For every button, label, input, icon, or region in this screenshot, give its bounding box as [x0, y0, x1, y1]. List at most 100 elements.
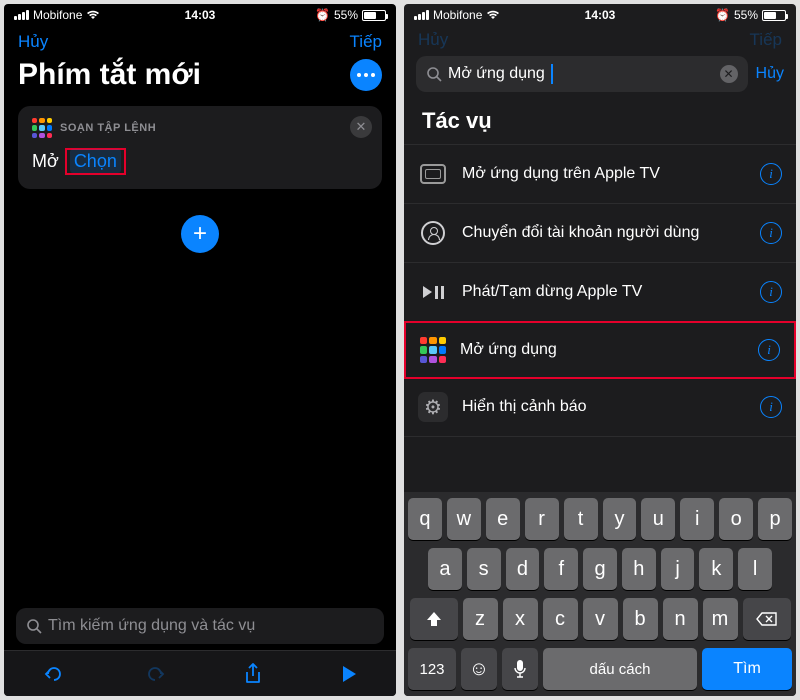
- key-t[interactable]: t: [564, 498, 598, 540]
- share-button[interactable]: [243, 662, 263, 686]
- phone-left-new-shortcut: Mobifone 14:03 ⏰ 55% Hủy Tiếp Phím tắt m…: [4, 4, 396, 696]
- info-button[interactable]: i: [760, 163, 782, 185]
- user-icon: [418, 218, 448, 248]
- battery-pct: 55%: [334, 8, 358, 22]
- battery-icon: [762, 10, 786, 21]
- cancel-button: Hủy: [418, 30, 448, 50]
- key-v[interactable]: v: [583, 598, 618, 640]
- search-placeholder: Tìm kiếm ứng dụng và tác vụ: [48, 617, 255, 635]
- keyboard-row-3: z x c v b n m: [408, 598, 792, 640]
- key-q[interactable]: q: [408, 498, 442, 540]
- clear-search-button[interactable]: ✕: [720, 65, 738, 83]
- search-cancel-button[interactable]: Hủy: [756, 65, 784, 83]
- key-s[interactable]: s: [467, 548, 501, 590]
- card-header-label: SOẠN TẬP LỆNH: [60, 122, 156, 134]
- key-o[interactable]: o: [719, 498, 753, 540]
- key-backspace[interactable]: [743, 598, 791, 640]
- action-label: Mở ứng dụng: [460, 341, 744, 359]
- undo-button[interactable]: [42, 663, 66, 685]
- action-open-app[interactable]: Mở ứng dụng i: [404, 321, 796, 379]
- key-n[interactable]: n: [663, 598, 698, 640]
- key-g[interactable]: g: [583, 548, 617, 590]
- keyboard-row-2: a s d f g h j k l: [408, 548, 792, 590]
- info-button[interactable]: i: [760, 281, 782, 303]
- key-j[interactable]: j: [661, 548, 695, 590]
- key-k[interactable]: k: [699, 548, 733, 590]
- tv-icon: [418, 159, 448, 189]
- redo-button[interactable]: [143, 663, 167, 685]
- more-button[interactable]: [350, 59, 382, 91]
- wifi-icon: [86, 10, 100, 20]
- wifi-icon: [486, 10, 500, 20]
- key-c[interactable]: c: [543, 598, 578, 640]
- key-shift[interactable]: [410, 598, 458, 640]
- key-mic[interactable]: [502, 648, 538, 690]
- keyboard-row-1: q w e r t y u i o p: [408, 498, 792, 540]
- alarm-icon: ⏰: [715, 8, 730, 22]
- page-header: Phím tắt mới: [4, 56, 396, 106]
- carrier-label: Mobifone: [433, 8, 482, 22]
- bottom-toolbar: [4, 650, 396, 696]
- key-b[interactable]: b: [623, 598, 658, 640]
- key-i[interactable]: i: [680, 498, 714, 540]
- info-button[interactable]: i: [760, 396, 782, 418]
- nav-row: Hủy Tiếp: [4, 26, 396, 56]
- text-caret: [551, 64, 553, 84]
- action-search-input[interactable]: Mở ứng dụng ✕: [416, 56, 748, 92]
- statusbar: Mobifone 14:03 ⏰ 55%: [404, 4, 796, 26]
- card-close-button[interactable]: ✕: [350, 116, 372, 138]
- search-input[interactable]: Tìm kiếm ứng dụng và tác vụ: [16, 608, 384, 644]
- search-icon: [426, 66, 442, 82]
- battery-pct: 55%: [734, 8, 758, 22]
- action-open-app-appletv[interactable]: Mở ứng dụng trên Apple TV i: [404, 144, 796, 204]
- key-h[interactable]: h: [622, 548, 656, 590]
- carrier-label: Mobifone: [33, 8, 82, 22]
- nav-row-faded: Hủy Tiếp: [404, 26, 796, 52]
- statusbar: Mobifone 14:03 ⏰ 55%: [4, 4, 396, 26]
- next-button: Tiếp: [750, 30, 782, 50]
- run-button[interactable]: [340, 664, 358, 684]
- info-button[interactable]: i: [758, 339, 780, 361]
- action-switch-user[interactable]: Chuyển đổi tài khoản người dùng i: [404, 204, 796, 263]
- action-label: Hiển thị cảnh báo: [462, 398, 746, 416]
- action-label: Phát/Tạm dừng Apple TV: [462, 283, 746, 301]
- key-emoji[interactable]: ☺: [461, 648, 497, 690]
- page-title: Phím tắt mới: [18, 58, 201, 92]
- key-return[interactable]: Tìm: [702, 648, 792, 690]
- action-app-token[interactable]: Chọn: [70, 149, 121, 173]
- section-title: Tác vụ: [404, 100, 796, 144]
- key-x[interactable]: x: [503, 598, 538, 640]
- key-f[interactable]: f: [544, 548, 578, 590]
- key-a[interactable]: a: [428, 548, 462, 590]
- key-u[interactable]: u: [641, 498, 675, 540]
- keyboard-row-4: 123 ☺ dấu cách Tìm: [408, 648, 792, 690]
- key-space[interactable]: dấu cách: [543, 648, 697, 690]
- action-verb: Mở: [32, 151, 59, 172]
- info-button[interactable]: i: [760, 222, 782, 244]
- key-w[interactable]: w: [447, 498, 481, 540]
- script-action-card: SOẠN TẬP LỆNH ✕ Mở Chọn: [18, 106, 382, 189]
- key-e[interactable]: e: [486, 498, 520, 540]
- key-d[interactable]: d: [506, 548, 540, 590]
- action-label: Chuyển đổi tài khoản người dùng: [462, 224, 746, 242]
- phone-right-action-picker: Mobifone 14:03 ⏰ 55% Hủy Tiếp Mở ứng dụn…: [404, 4, 796, 696]
- cancel-button[interactable]: Hủy: [18, 32, 48, 52]
- play-pause-icon: [418, 277, 448, 307]
- key-r[interactable]: r: [525, 498, 559, 540]
- signal-icon: [14, 10, 29, 20]
- clock: 14:03: [185, 8, 216, 22]
- next-button[interactable]: Tiếp: [350, 32, 382, 52]
- key-l[interactable]: l: [738, 548, 772, 590]
- gear-icon: ⚙: [418, 392, 448, 422]
- key-z[interactable]: z: [463, 598, 498, 640]
- key-p[interactable]: p: [758, 498, 792, 540]
- add-action-button[interactable]: +: [181, 215, 219, 253]
- action-label: Mở ứng dụng trên Apple TV: [462, 165, 746, 183]
- action-show-alert[interactable]: ⚙ Hiển thị cảnh báo i: [404, 378, 796, 437]
- key-m[interactable]: m: [703, 598, 738, 640]
- battery-icon: [362, 10, 386, 21]
- key-123[interactable]: 123: [408, 648, 456, 690]
- app-grid-icon: [32, 118, 52, 138]
- key-y[interactable]: y: [603, 498, 637, 540]
- action-play-pause-appletv[interactable]: Phát/Tạm dừng Apple TV i: [404, 263, 796, 322]
